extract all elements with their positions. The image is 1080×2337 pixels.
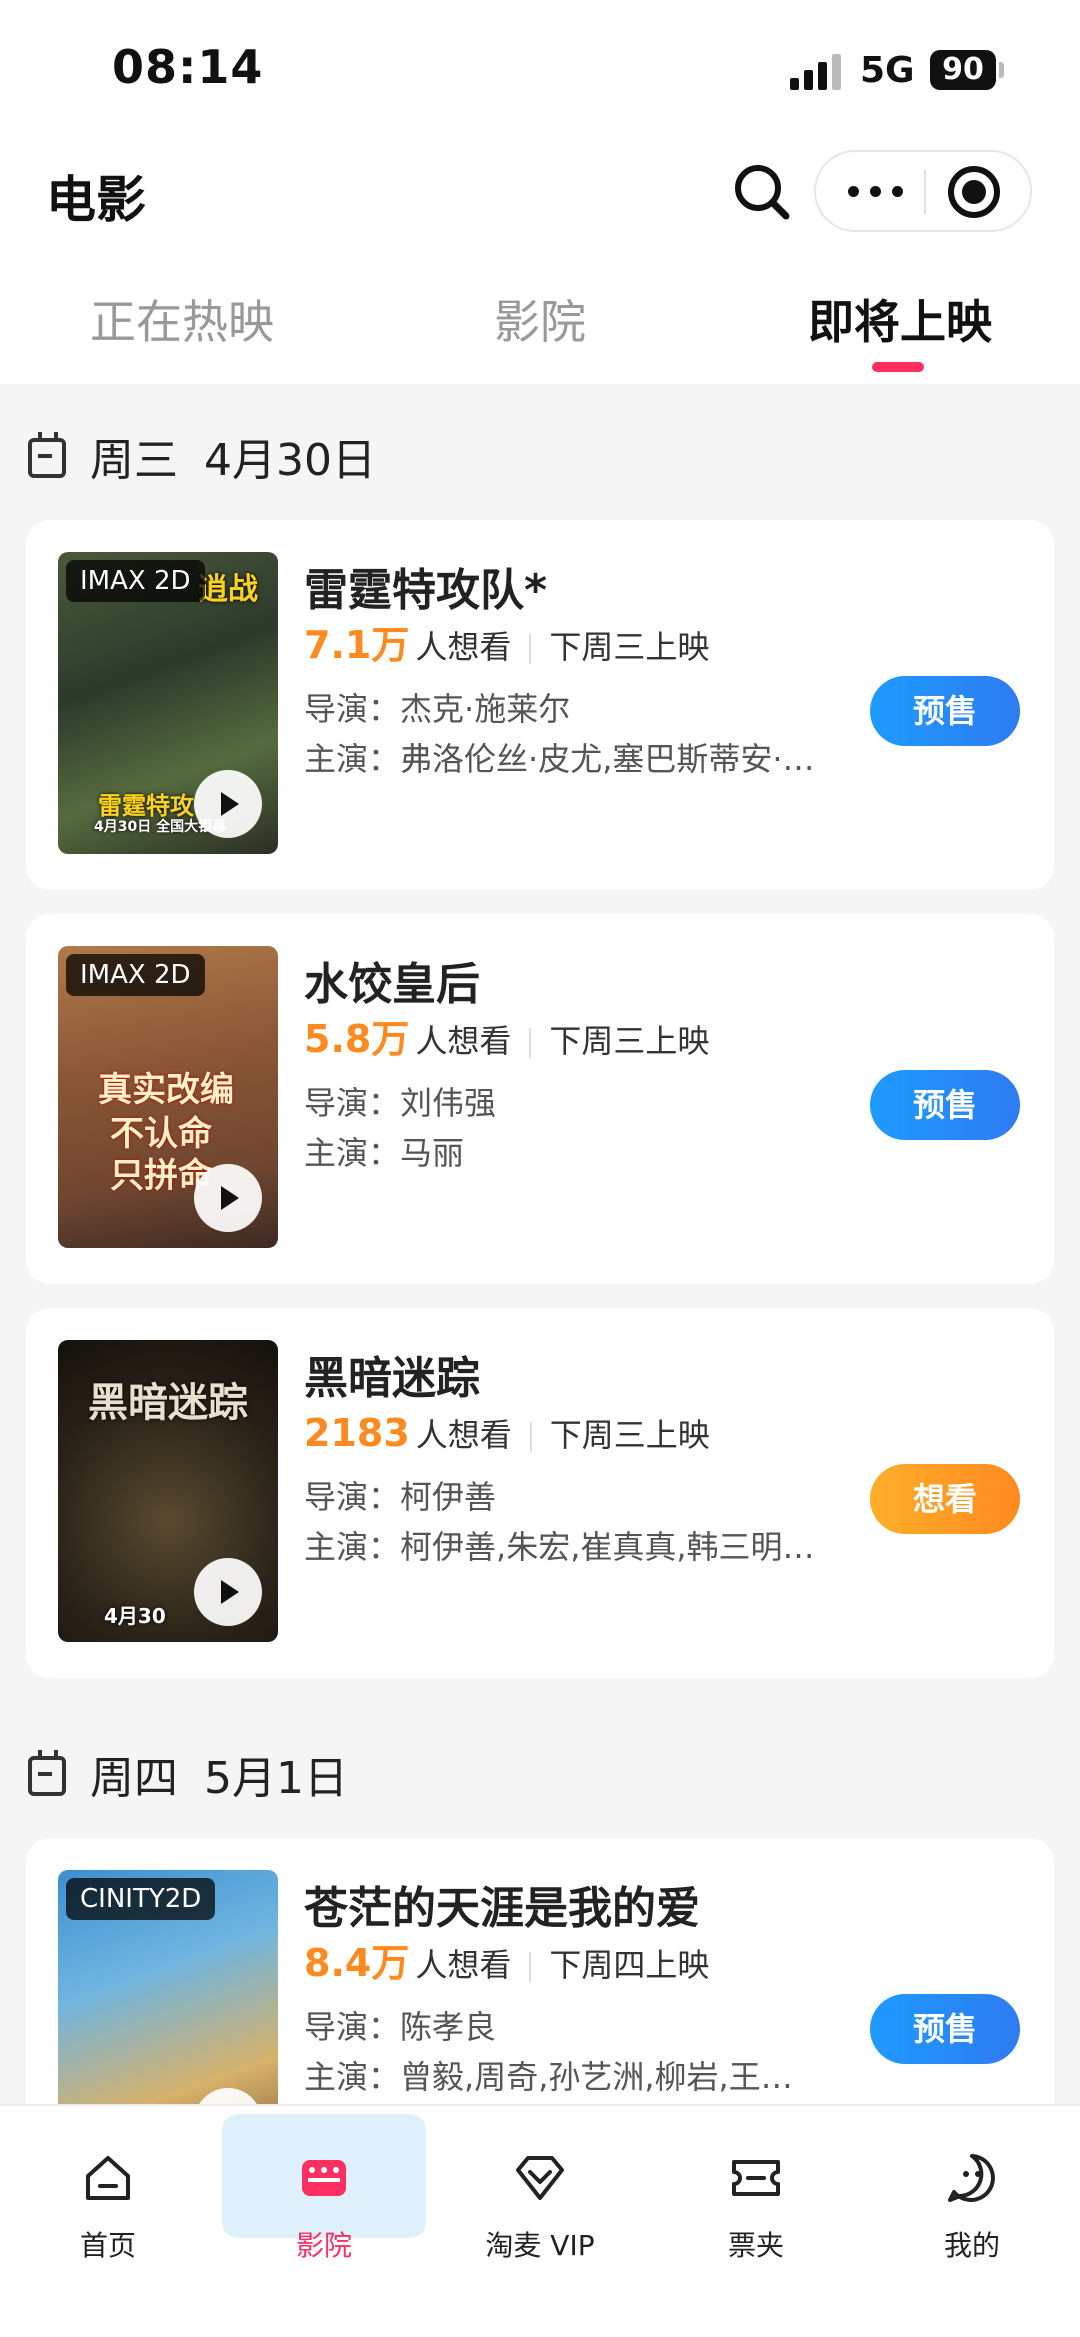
calendar-icon [28,1750,66,1796]
tab-cinemas[interactable]: 影院 [494,286,586,352]
poster-line: 真实改编 [98,1070,234,1110]
movie-title: 黑暗迷踪 [304,1353,480,1404]
tab-coming-soon[interactable]: 即将上映 [808,286,992,352]
format-tag: IMAX 2D [66,560,205,602]
tab-now-showing[interactable]: 正在热映 [90,286,274,352]
cinema-icon [302,2160,346,2196]
want-row: 2183 人想看 下周三上映 [304,1408,710,1458]
release-text: 下周三上映 [549,1022,710,1060]
director: 柯伊善 [400,1478,497,1516]
movie-card[interactable]: 真实改编 不认命 只拼命 IMAX 2D 水饺皇后 5.8万 人想看 下周三上映 导… [26,914,1054,1284]
home-icon [86,2156,130,2200]
vip-diamond-icon [516,2156,564,2200]
want-label: 人想看 [415,1946,512,1984]
tabbar-item-cinema[interactable]: 影院 [224,2114,424,2314]
poster-badge: 逍战 [198,572,258,607]
director-line: 导演：陈孝良 [304,2008,497,2046]
cast: 马丽 [400,1134,465,1172]
cast-line: 主演：弗洛伦丝·皮尤,塞巴斯蒂安·… [304,740,815,778]
tabbar-item-vip[interactable]: 淘麦 VIP [440,2114,640,2314]
calendar-icon [28,432,66,478]
format-tag: IMAX 2D [66,954,205,996]
weekday: 周三 [90,435,178,486]
tabbar-item-profile[interactable]: 我的 [872,2114,1072,2314]
tabbar-label: 首页 [79,2229,136,2262]
want-count: 8.4万 [304,1941,410,1985]
cast: 曾毅,周奇,孙艺洲,柳岩,王… [400,2058,793,2096]
movie-poster[interactable]: 逍战 雷霆特攻 4月30日 全国大银幕 IMAX 2D [58,552,278,854]
network-type: 5G [860,50,915,91]
play-icon[interactable] [194,1164,262,1232]
play-icon[interactable] [194,1558,262,1626]
tabbar-label: 淘麦 VIP [485,2229,595,2262]
status-bar: 08:14 5G 90 [0,0,1080,140]
movie-title: 雷霆特攻队* [304,565,548,616]
search-icon[interactable] [724,154,800,230]
ticket-icon [732,2160,780,2196]
release-text: 下周三上映 [549,628,710,666]
director-line: 导演：刘伟强 [304,1084,497,1122]
movie-poster[interactable]: 真实改编 不认命 只拼命 IMAX 2D [58,946,278,1248]
want-label: 人想看 [415,1416,512,1454]
poster-date: 4月30 [104,1604,166,1628]
cast: 弗洛伦丝·皮尤,塞巴斯蒂安·… [400,740,815,778]
want-count: 7.1万 [304,623,410,667]
cast-line: 主演：曾毅,周奇,孙艺洲,柳岩,王… [304,2058,793,2096]
cast-line: 主演：马丽 [304,1134,465,1172]
header-area: 08:14 5G 90 电影 正在热映 影院 即将上映 [0,0,1080,384]
profile-icon [948,2154,995,2202]
presale-button[interactable]: 预售 [870,1994,1020,2064]
battery-tip [999,62,1004,78]
tabbar-item-home[interactable]: 首页 [8,2114,208,2314]
want-row: 8.4万 人想看 下周四上映 [304,1938,709,1988]
release-text: 下周三上映 [549,1416,710,1454]
presale-button[interactable]: 预售 [870,676,1020,746]
capsule-divider [924,170,926,214]
date: 5月1日 [204,1753,348,1804]
director: 杰克·施莱尔 [400,690,571,728]
director: 刘伟强 [400,1084,497,1122]
tabbar-label: 影院 [295,2229,352,2262]
want-row: 7.1万 人想看 下周三上映 [304,620,709,670]
bottom-tab-bar: 首页 影院 淘麦 VIP 票夹 我的 [0,2104,1080,2337]
director: 陈孝良 [400,2008,497,2046]
director-line: 导演：杰克·施莱尔 [304,690,571,728]
more-icon[interactable] [848,180,904,202]
nav-bar: 电影 [0,140,1080,250]
want-count: 5.8万 [304,1017,410,1061]
movie-card[interactable]: 黑暗迷踪 4月30 黑暗迷踪 2183 人想看 下周三上映 导演：柯伊善 主演：柯伊… [26,1308,1054,1678]
want-count: 2183 [304,1411,410,1455]
signal-icon [790,54,842,90]
director-line: 导演：柯伊善 [304,1478,497,1516]
want-label: 人想看 [415,628,512,666]
movie-tabs: 正在热映 影院 即将上映 [0,270,1080,384]
tabbar-label: 票夹 [727,2229,784,2262]
weekday: 周四 [90,1753,178,1804]
cast: 柯伊善,朱宏,崔真真,韩三明… [400,1528,815,1566]
cast-line: 主演：柯伊善,朱宏,崔真真,韩三明… [304,1528,815,1566]
tabbar-item-tickets[interactable]: 票夹 [656,2114,856,2314]
play-icon[interactable] [194,770,262,838]
poster-title: 黑暗迷踪 [88,1379,248,1426]
movie-title: 水饺皇后 [304,959,480,1010]
movie-poster[interactable]: 黑暗迷踪 4月30 [58,1340,278,1642]
active-tab-indicator [872,362,924,372]
movie-card[interactable]: 逍战 雷霆特攻 4月30日 全国大银幕 IMAX 2D 雷霆特攻队* 7.1万人… [26,520,1054,890]
page-title: 电影 [46,171,146,229]
presale-button[interactable]: 预售 [870,1070,1020,1140]
status-time: 08:14 [112,40,264,94]
want-label: 人想看 [415,1022,512,1060]
date: 4月30日 [204,435,376,486]
release-text: 下周四上映 [549,1946,710,1984]
movie-title: 苍茫的天涯是我的爱 [304,1883,700,1934]
close-target-icon[interactable] [948,166,1000,218]
battery-icon: 90 [930,50,996,90]
tabbar-label: 我的 [943,2229,1000,2262]
want-row: 5.8万 人想看 下周三上映 [304,1014,709,1064]
want-to-watch-button[interactable]: 想看 [870,1464,1020,1534]
mini-program-capsule [814,150,1032,232]
format-tag: CINITY2D [66,1878,216,1920]
